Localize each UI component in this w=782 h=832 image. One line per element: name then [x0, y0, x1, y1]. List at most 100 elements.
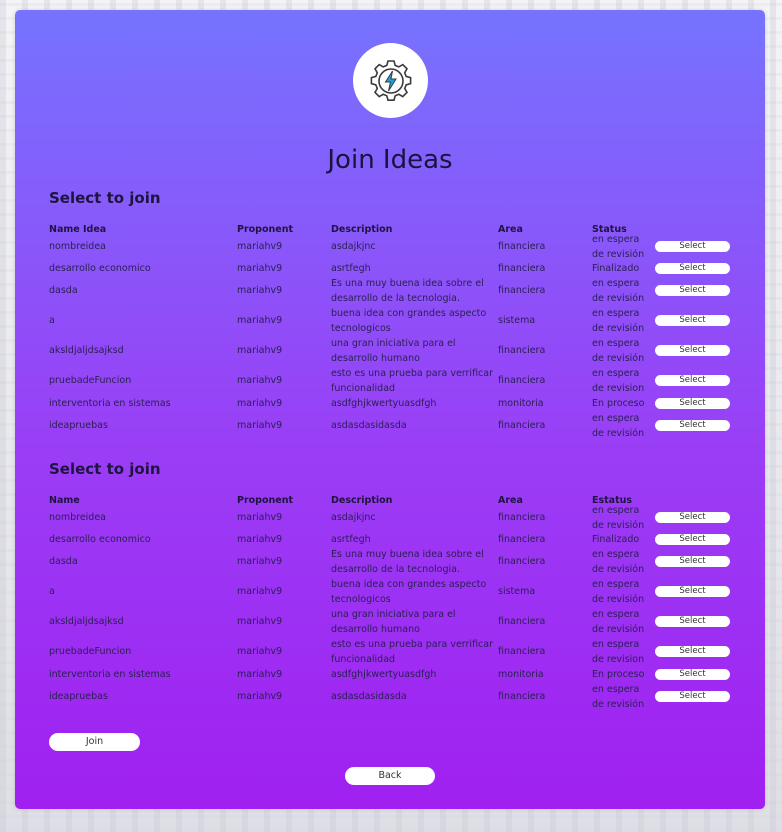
idea-name-cell: interventoria en sistemas — [49, 669, 171, 680]
description-cell: buena idea con grandes aspecto tecnologi… — [331, 308, 487, 334]
status-cell: en espera de revisión — [592, 308, 645, 334]
idea-name-cell: ideapruebas — [49, 691, 108, 702]
idea-name-cell: pruebadeFuncion — [49, 646, 132, 657]
area-cell: monitoria — [498, 669, 544, 680]
header-proponent: Proponent — [237, 495, 294, 506]
status-cell: en espera de revision — [592, 639, 645, 665]
select-button[interactable]: Select — [655, 420, 730, 431]
description-cell: asrtfegh — [331, 263, 371, 274]
logo — [353, 43, 428, 118]
area-cell: financiera — [498, 512, 546, 523]
status-cell: en espera de revisión — [592, 338, 645, 364]
section-title: Select to join — [49, 189, 161, 207]
idea-name-cell: nombreidea — [49, 241, 106, 252]
proponent-cell: mariahv9 — [237, 263, 283, 274]
proponent-cell: mariahv9 — [237, 512, 283, 523]
proponent-cell: mariahv9 — [237, 556, 283, 567]
status-cell: en espera de revisión — [592, 609, 645, 635]
idea-name-cell: dasda — [49, 556, 78, 567]
status-cell: en espera de revision — [592, 368, 645, 394]
proponent-cell: mariahv9 — [237, 616, 283, 627]
proponent-cell: mariahv9 — [237, 345, 283, 356]
select-button[interactable]: Select — [655, 534, 730, 545]
description-cell: esto es una prueba para verrificar funci… — [331, 368, 494, 394]
area-cell: financiera — [498, 375, 546, 386]
header-name: Name — [49, 495, 80, 506]
select-button[interactable]: Select — [655, 512, 730, 523]
status-cell: En proceso — [592, 398, 645, 409]
proponent-cell: mariahv9 — [237, 669, 283, 680]
description-cell: una gran iniciativa para el desarrollo h… — [331, 338, 456, 364]
proponent-cell: mariahv9 — [237, 534, 283, 545]
idea-name-cell: desarrollo economico — [49, 534, 151, 545]
description-cell: asdajkjnc — [331, 512, 376, 523]
description-cell: asrtfegh — [331, 534, 371, 545]
idea-name-cell: interventoria en sistemas — [49, 398, 171, 409]
description-cell: Es una muy buena idea sobre el desarroll… — [331, 278, 484, 304]
select-button[interactable]: Select — [655, 398, 730, 409]
idea-name-cell: aksldjaljdsajksd — [49, 616, 124, 627]
select-button[interactable]: Select — [655, 315, 730, 326]
idea-name-cell: dasda — [49, 285, 78, 296]
join-ideas-card: Join Ideas Select to join Name Idea Propon… — [15, 10, 765, 809]
gear-lightning-icon — [370, 59, 411, 101]
status-cell: en espera de revisión — [592, 579, 645, 605]
description-cell: esto es una prueba para verrificar funci… — [331, 639, 494, 665]
proponent-cell: mariahv9 — [237, 375, 283, 386]
select-button[interactable]: Select — [655, 241, 730, 252]
select-button[interactable]: Select — [655, 586, 730, 597]
proponent-cell: mariahv9 — [237, 398, 283, 409]
status-cell: en espera de revisión — [592, 413, 645, 439]
select-button[interactable]: Select — [655, 285, 730, 296]
back-button[interactable]: Back — [345, 767, 435, 785]
select-button[interactable]: Select — [655, 345, 730, 356]
status-cell: en espera de revisión — [592, 234, 645, 260]
area-cell: financiera — [498, 345, 546, 356]
area-cell: financiera — [498, 420, 546, 431]
status-cell: En proceso — [592, 669, 645, 680]
section-title: Select to join — [49, 460, 161, 478]
area-cell: financiera — [498, 616, 546, 627]
proponent-cell: mariahv9 — [237, 285, 283, 296]
select-button[interactable]: Select — [655, 556, 730, 567]
header-description: Description — [331, 495, 393, 506]
status-cell: en espera de revisión — [592, 549, 645, 575]
area-cell: sistema — [498, 586, 536, 597]
select-button[interactable]: Select — [655, 616, 730, 627]
area-cell: financiera — [498, 556, 546, 567]
proponent-cell: mariahv9 — [237, 241, 283, 252]
select-button[interactable]: Select — [655, 646, 730, 657]
page-title: Join Ideas — [327, 145, 453, 175]
area-cell: financiera — [498, 241, 546, 252]
select-button[interactable]: Select — [655, 375, 730, 386]
description-cell: asdfghjkwertyuasdfgh — [331, 669, 437, 680]
description-cell: una gran iniciativa para el desarrollo h… — [331, 609, 456, 635]
idea-name-cell: ideapruebas — [49, 420, 108, 431]
area-cell: financiera — [498, 646, 546, 657]
area-cell: financiera — [498, 691, 546, 702]
idea-name-cell: aksldjaljdsajksd — [49, 345, 124, 356]
select-button[interactable]: Select — [655, 263, 730, 274]
area-cell: financiera — [498, 534, 546, 545]
description-cell: asdfghjkwertyuasdfgh — [331, 398, 437, 409]
status-cell: en espera de revisión — [592, 505, 645, 531]
header-description: Description — [331, 224, 393, 235]
area-cell: monitoria — [498, 398, 544, 409]
header-name: Name Idea — [49, 224, 107, 235]
idea-name-cell: desarrollo economico — [49, 263, 151, 274]
select-button[interactable]: Select — [655, 669, 730, 680]
select-button[interactable]: Select — [655, 691, 730, 702]
description-cell: asdasdasidasda — [331, 420, 407, 431]
header-proponent: Proponent — [237, 224, 294, 235]
status-cell: Finalizado — [592, 263, 640, 274]
header-area: Area — [498, 495, 523, 506]
join-button[interactable]: Join — [49, 733, 140, 751]
description-cell: asdasdasidasda — [331, 691, 407, 702]
proponent-cell: mariahv9 — [237, 586, 283, 597]
proponent-cell: mariahv9 — [237, 420, 283, 431]
header-area: Area — [498, 224, 523, 235]
idea-name-cell: pruebadeFuncion — [49, 375, 132, 386]
area-cell: sistema — [498, 315, 536, 326]
status-cell: Finalizado — [592, 534, 640, 545]
area-cell: financiera — [498, 263, 546, 274]
